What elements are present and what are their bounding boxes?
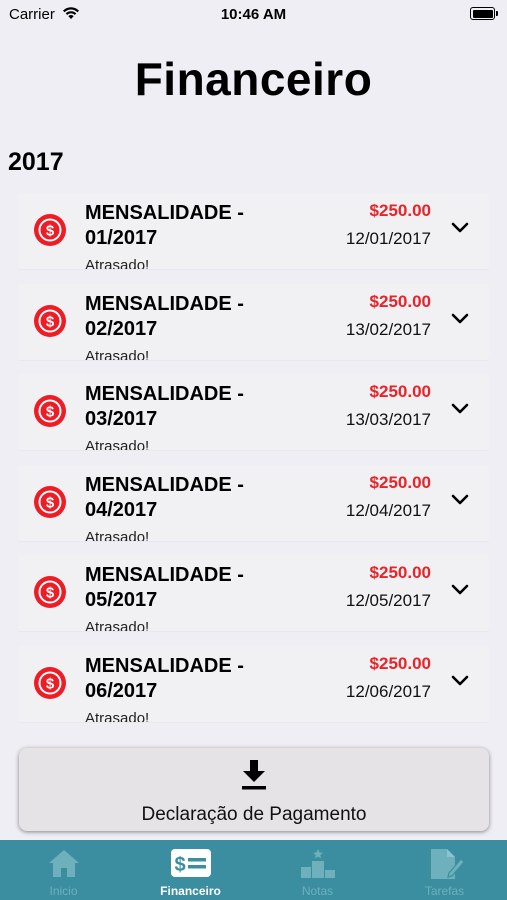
chevron-down-icon[interactable] <box>451 583 469 601</box>
home-icon <box>48 850 79 877</box>
year-header: 2017 <box>8 148 64 176</box>
tab-bar: Inicio $ Financeiro Notas Tarefas <box>0 840 507 900</box>
payment-title: MENSALIDADE - 04/2017 <box>85 473 244 521</box>
battery-icon <box>470 7 498 20</box>
tab-notas[interactable]: Notas <box>254 840 381 900</box>
clock: 10:46 AM <box>220 6 287 23</box>
payment-date: 13/03/2017 <box>345 410 431 429</box>
payment-amount: $250.00 <box>369 291 431 311</box>
dollar-icon: $ <box>34 485 66 518</box>
payment-card[interactable]: $ MENSALIDADE - 05/2017 Atrasado! $250.0… <box>18 555 489 631</box>
page-title: Financeiro <box>134 53 373 105</box>
payment-status: Atrasado! <box>85 709 150 722</box>
payment-title: MENSALIDADE - 02/2017 <box>85 292 244 340</box>
payment-date: 12/04/2017 <box>345 500 431 520</box>
payment-amount: $250.00 <box>369 472 431 492</box>
payment-status: Atrasado! <box>85 347 150 360</box>
dollar-icon: $ <box>34 576 66 608</box>
svg-text:$: $ <box>46 313 55 330</box>
payment-title: MENSALIDADE - 06/2017 <box>85 654 244 702</box>
payment-status: Atrasado! <box>85 528 150 541</box>
chevron-down-icon[interactable] <box>451 493 469 511</box>
svg-text:$: $ <box>46 494 55 511</box>
tab-label: Tarefas <box>424 884 465 898</box>
payment-status: Atrasado! <box>85 257 150 269</box>
dollar-icon: $ <box>34 395 66 427</box>
payment-card[interactable]: $ MENSALIDADE - 02/2017 Atrasado! $250.0… <box>18 283 489 360</box>
payment-date: 13/02/2017 <box>345 319 431 339</box>
tab-tarefas[interactable]: Tarefas <box>381 840 507 900</box>
payment-declaration-button[interactable]: Declaração de Pagamento <box>19 748 489 831</box>
dollar-icon: $ <box>34 666 66 699</box>
payment-card[interactable]: $ MENSALIDADE - 03/2017 Atrasado! $250.0… <box>18 374 489 450</box>
status-bar: Carrier 10:46 AM <box>0 0 507 30</box>
tab-inicio[interactable]: Inicio <box>0 840 127 900</box>
dollar-icon: $ <box>34 214 66 246</box>
svg-text:$: $ <box>46 404 55 421</box>
svg-text:$: $ <box>46 585 55 602</box>
payment-amount: $250.00 <box>369 201 431 220</box>
podium-icon <box>300 849 335 878</box>
chevron-down-icon[interactable] <box>451 312 469 330</box>
tab-financeiro[interactable]: $ Financeiro <box>127 840 254 900</box>
document-edit-icon <box>430 849 465 879</box>
payment-amount: $250.00 <box>369 563 431 582</box>
money-icon: $ <box>170 849 211 877</box>
tab-label: Notas <box>301 884 334 898</box>
payment-title: MENSALIDADE - 03/2017 <box>85 383 244 430</box>
dollar-icon: $ <box>34 304 66 337</box>
payment-declaration-label: Declaração de Pagamento <box>141 804 367 825</box>
payment-date: 12/05/2017 <box>345 591 431 610</box>
payment-date: 12/01/2017 <box>345 229 431 248</box>
svg-text:$: $ <box>174 854 185 876</box>
payment-amount: $250.00 <box>369 382 431 401</box>
payment-status: Atrasado! <box>85 619 150 631</box>
payment-card[interactable]: $ MENSALIDADE - 06/2017 Atrasado! $250.0… <box>18 645 489 722</box>
tab-label: Financeiro <box>160 884 221 898</box>
payment-amount: $250.00 <box>369 653 431 673</box>
payment-card[interactable]: $ MENSALIDADE - 01/2017 Atrasado! $250.0… <box>18 193 489 269</box>
download-icon <box>239 758 269 797</box>
svg-text:$: $ <box>46 675 55 692</box>
chevron-down-icon[interactable] <box>451 674 469 692</box>
payment-card[interactable]: $ MENSALIDADE - 04/2017 Atrasado! $250.0… <box>18 464 489 541</box>
payment-list: $ MENSALIDADE - 01/2017 Atrasado! $250.0… <box>18 193 489 736</box>
chevron-down-icon[interactable] <box>451 402 469 420</box>
payment-status: Atrasado! <box>85 438 150 450</box>
tab-label: Inicio <box>49 884 78 898</box>
payment-title: MENSALIDADE - 01/2017 <box>85 202 244 249</box>
chevron-down-icon[interactable] <box>451 221 469 239</box>
payment-title: MENSALIDADE - 05/2017 <box>85 564 244 611</box>
svg-text:$: $ <box>46 223 55 240</box>
payment-date: 12/06/2017 <box>345 681 431 701</box>
